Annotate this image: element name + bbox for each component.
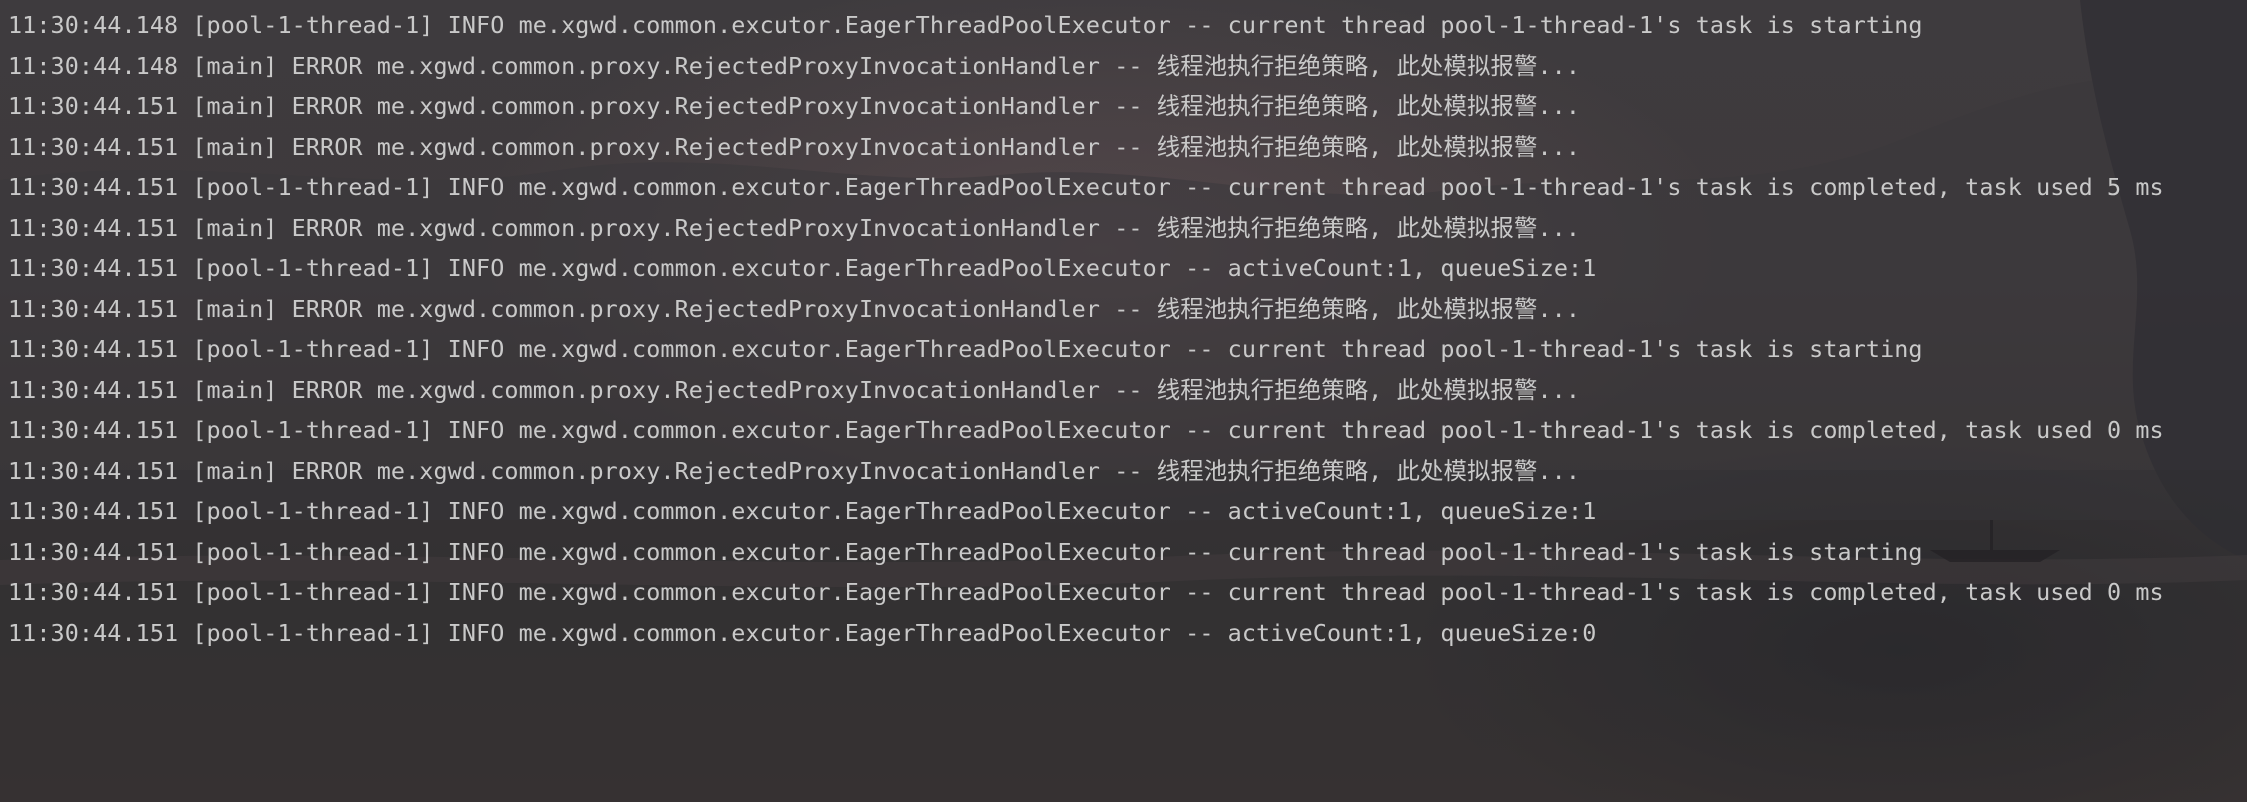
log-line: 11:30:44.151 [main] ERROR me.xgwd.common… bbox=[8, 213, 1581, 242]
console-output: 11:30:44.148 [pool-1-thread-1] INFO me.x… bbox=[8, 8, 2238, 656]
log-line: 11:30:44.148 [pool-1-thread-1] INFO me.x… bbox=[8, 11, 1923, 39]
log-line: 11:30:44.151 [pool-1-thread-1] INFO me.x… bbox=[8, 173, 2164, 201]
log-line: 11:30:44.151 [pool-1-thread-1] INFO me.x… bbox=[8, 537, 1923, 566]
log-line: 11:30:44.151 [pool-1-thread-1] INFO me.x… bbox=[8, 578, 2164, 606]
log-line: 11:30:44.151 [pool-1-thread-1] INFO me.x… bbox=[8, 618, 1597, 647]
log-line: 11:30:44.151 [pool-1-thread-1] INFO me.x… bbox=[8, 335, 1923, 363]
log-line: 11:30:44.151 [main] ERROR me.xgwd.common… bbox=[8, 132, 1581, 161]
log-line: 11:30:44.151 [main] ERROR me.xgwd.common… bbox=[8, 375, 1581, 404]
log-line: 11:30:44.151 [pool-1-thread-1] INFO me.x… bbox=[8, 497, 1597, 525]
log-line: 11:30:44.151 [main] ERROR me.xgwd.common… bbox=[8, 294, 1581, 323]
log-line: 11:30:44.151 [pool-1-thread-1] INFO me.x… bbox=[8, 416, 2164, 444]
log-line: 11:30:44.148 [main] ERROR me.xgwd.common… bbox=[8, 51, 1581, 80]
log-line: 11:30:44.151 [main] ERROR me.xgwd.common… bbox=[8, 456, 1581, 485]
log-line: 11:30:44.151 [main] ERROR me.xgwd.common… bbox=[8, 92, 1581, 120]
log-line: 11:30:44.151 [pool-1-thread-1] INFO me.x… bbox=[8, 254, 1597, 282]
